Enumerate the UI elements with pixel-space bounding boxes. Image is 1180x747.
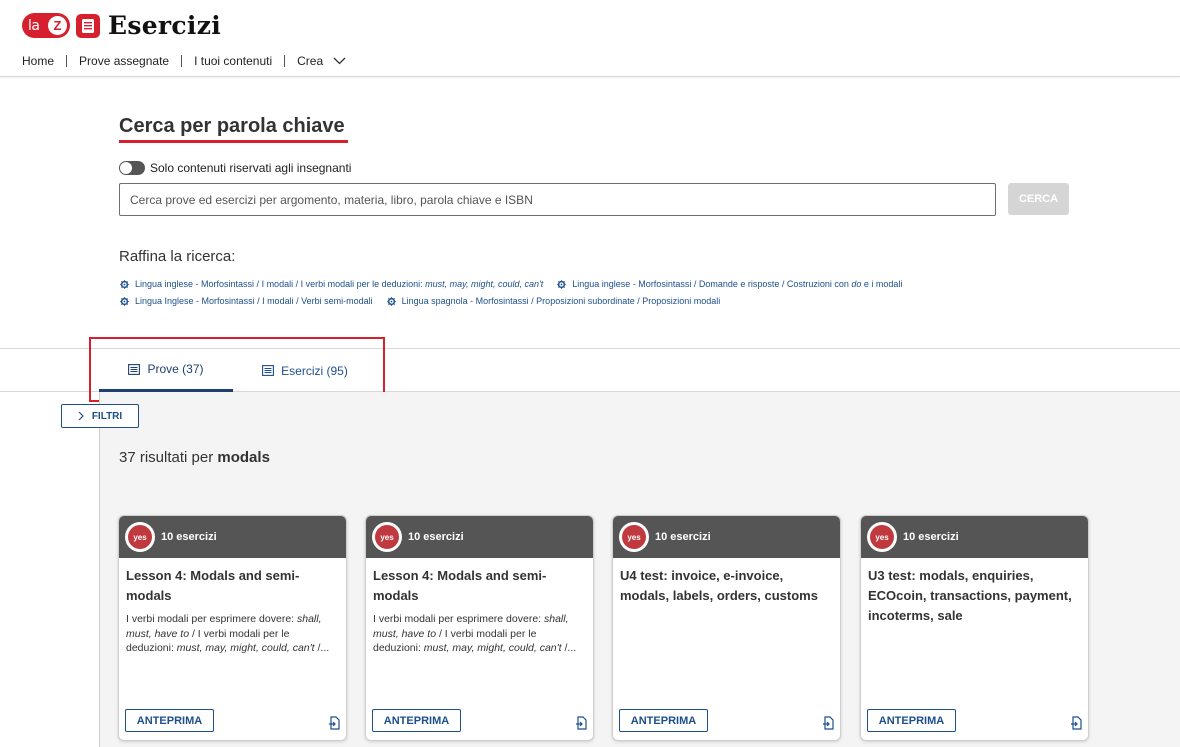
app-title: Esercizi	[108, 11, 222, 40]
card-description: I verbi modali per esprimere dovere: sha…	[126, 613, 330, 654]
assign-icon[interactable]	[575, 716, 587, 730]
refine-link-3[interactable]: Lingua Inglese - Morfosintassi / I modal…	[120, 296, 373, 306]
result-card[interactable]: yes 10 esercizi Lesson 4: Modals and sem…	[118, 515, 347, 741]
top-navigation: Home Prove assegnate I tuoi contenuti Cr…	[22, 55, 358, 67]
nav-tuoi-contenuti[interactable]: I tuoi contenuti	[181, 55, 284, 67]
list-icon	[128, 363, 141, 375]
teacher-only-toggle[interactable]	[119, 161, 145, 175]
exercise-badge-icon: yes	[372, 522, 402, 552]
tab-esercizi[interactable]: Esercizi (95)	[240, 349, 370, 392]
gear-icon	[557, 279, 566, 289]
preview-button[interactable]: ANTEPRIMA	[125, 709, 214, 732]
preview-button[interactable]: ANTEPRIMA	[867, 709, 956, 732]
title-underline	[119, 140, 348, 143]
teacher-only-toggle-row: Solo contenuti riservati agli insegnanti	[119, 161, 351, 175]
refine-row-2: Lingua Inglese - Morfosintassi / I modal…	[120, 296, 734, 306]
refine-text-3: Lingua Inglese - Morfosintassi / I modal…	[135, 296, 373, 306]
filters-button[interactable]: FILTRI	[61, 404, 139, 428]
nav-crea-label: Crea	[297, 54, 324, 68]
nav-crea[interactable]: Crea	[284, 55, 358, 67]
logo-z-text: Z	[48, 16, 67, 35]
card-title[interactable]: U3 test: modals, enquiries, ECOcoin, tra…	[861, 558, 1088, 626]
nav-prove-assegnate[interactable]: Prove assegnate	[66, 55, 181, 67]
toggle-knob	[120, 162, 132, 174]
list-icon	[262, 365, 275, 376]
refine-row-1: Lingua inglese - Morfosintassi / I modal…	[120, 279, 916, 289]
result-card[interactable]: yes 10 esercizi U3 test: modals, enquiri…	[860, 515, 1089, 741]
card-description: I verbi modali per esprimere dovere: sha…	[373, 613, 577, 654]
card-badge-count: 10 esercizi	[161, 531, 217, 543]
brand[interactable]: la Z Esercizi	[22, 11, 221, 40]
refine-title: Raffina la ricerca:	[119, 248, 236, 265]
gear-icon	[386, 296, 396, 306]
results-keyword: modals	[217, 449, 270, 466]
gear-icon	[120, 279, 129, 289]
card-header: yes 10 esercizi	[366, 516, 593, 558]
tab-esercizi-label: Esercizi (95)	[281, 363, 348, 378]
chevron-down-icon	[333, 57, 346, 65]
chevron-right-icon	[78, 411, 84, 421]
gear-icon	[120, 296, 129, 306]
card-title[interactable]: Lesson 4: Modals and semi-modals	[366, 558, 593, 606]
card-badge-count: 10 esercizi	[408, 531, 464, 543]
exercise-badge-icon: yes	[125, 522, 155, 552]
card-header: yes 10 esercizi	[119, 516, 346, 558]
search-button[interactable]: CERCA	[1008, 183, 1069, 215]
assign-icon[interactable]	[328, 716, 340, 730]
exercise-badge-icon: yes	[619, 522, 649, 552]
refine-text-1: Lingua inglese - Morfosintassi / I modal…	[135, 279, 544, 289]
results-tabs: Prove (37) Esercizi (95)	[0, 348, 1180, 392]
result-card[interactable]: yes 10 esercizi U4 test: invoice, e-invo…	[612, 515, 841, 741]
tab-prove[interactable]: Prove (37)	[99, 349, 233, 392]
exercise-badge-icon: yes	[867, 522, 897, 552]
preview-button[interactable]: ANTEPRIMA	[619, 709, 708, 732]
logo-la-text: la	[28, 17, 40, 34]
nav-home[interactable]: Home	[22, 55, 66, 67]
search-input[interactable]	[119, 183, 996, 216]
result-card[interactable]: yes 10 esercizi Lesson 4: Modals and sem…	[365, 515, 594, 741]
assign-icon[interactable]	[1070, 716, 1082, 730]
card-title[interactable]: Lesson 4: Modals and semi-modals	[119, 558, 346, 606]
book-icon	[76, 13, 100, 38]
app-header: la Z Esercizi Home Prove assegnate I tuo…	[0, 0, 1180, 77]
refine-link-4[interactable]: Lingua spagnola - Morfosintassi / Propos…	[386, 296, 721, 306]
refine-text-2: Lingua inglese - Morfosintassi / Domande…	[572, 279, 903, 289]
card-badge-count: 10 esercizi	[655, 531, 711, 543]
refine-link-2[interactable]: Lingua inglese - Morfosintassi / Domande…	[557, 279, 902, 289]
assign-icon[interactable]	[822, 716, 834, 730]
results-count: 37 risultati per modals	[119, 449, 270, 466]
refine-link-1[interactable]: Lingua inglese - Morfosintassi / I modal…	[120, 279, 543, 289]
logo-laz: la Z	[22, 13, 70, 38]
card-title[interactable]: U4 test: invoice, e-invoice, modals, lab…	[613, 558, 840, 606]
card-badge-count: 10 esercizi	[903, 531, 959, 543]
teacher-only-toggle-label: Solo contenuti riservati agli insegnanti	[150, 161, 352, 175]
card-header: yes 10 esercizi	[613, 516, 840, 558]
tab-prove-label: Prove (37)	[147, 362, 204, 376]
card-header: yes 10 esercizi	[861, 516, 1088, 558]
preview-button[interactable]: ANTEPRIMA	[372, 709, 461, 732]
search-section-title: Cerca per parola chiave	[119, 115, 345, 137]
filters-button-label: FILTRI	[91, 410, 123, 422]
refine-text-4: Lingua spagnola - Morfosintassi / Propos…	[401, 296, 721, 306]
